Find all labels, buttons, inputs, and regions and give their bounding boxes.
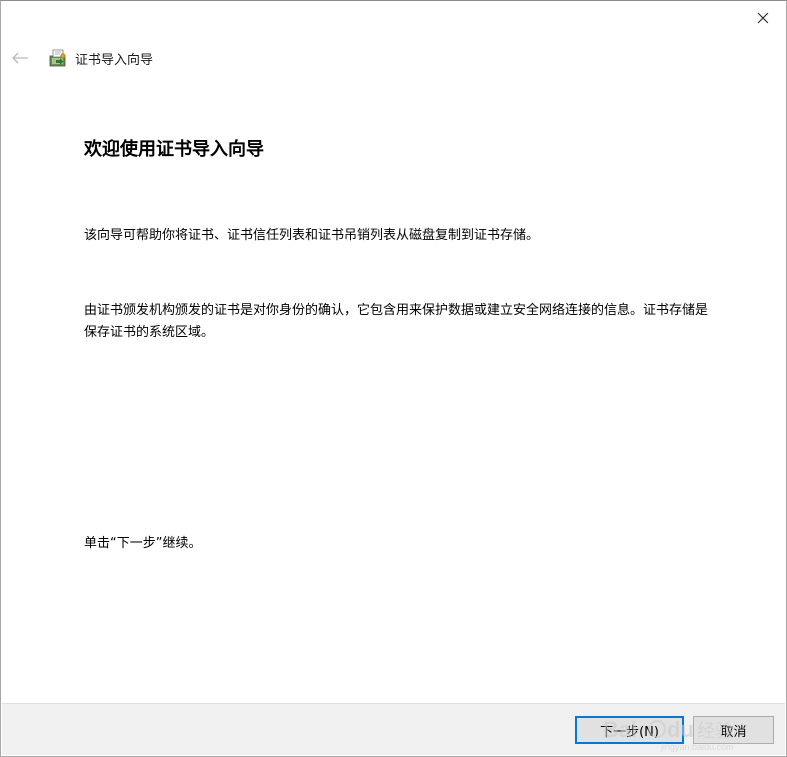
close-button[interactable] (748, 5, 778, 31)
wizard-title: 证书导入向导 (75, 53, 154, 68)
arrow-left-icon (12, 52, 28, 64)
certificate-icon (49, 49, 66, 67)
page-heading: 欢迎使用证书导入向导 (84, 139, 264, 160)
description-paragraph-1: 该向导可帮助你将证书、证书信任列表和证书吊销列表从磁盘复制到证书存储。 (84, 228, 540, 243)
wizard-nav-row: 证书导入向导 (1, 43, 786, 73)
wizard-footer: 下一步(N) 取消 (2, 703, 785, 755)
description-paragraph-2: 由证书颁发机构颁发的证书是对你身份的确认，它包含用来保护数据或建立安全网络连接的… (84, 303, 709, 340)
continue-instruction: 单击“下一步”继续。 (84, 536, 202, 551)
close-icon (757, 12, 769, 24)
back-button[interactable] (9, 47, 31, 69)
cancel-button[interactable]: 取消 (693, 716, 774, 744)
certificate-import-wizard-window: 证书导入向导 欢迎使用证书导入向导 该向导可帮助你将证书、证书信任列表和证书吊销… (0, 0, 787, 757)
next-button[interactable]: 下一步(N) (575, 716, 684, 744)
